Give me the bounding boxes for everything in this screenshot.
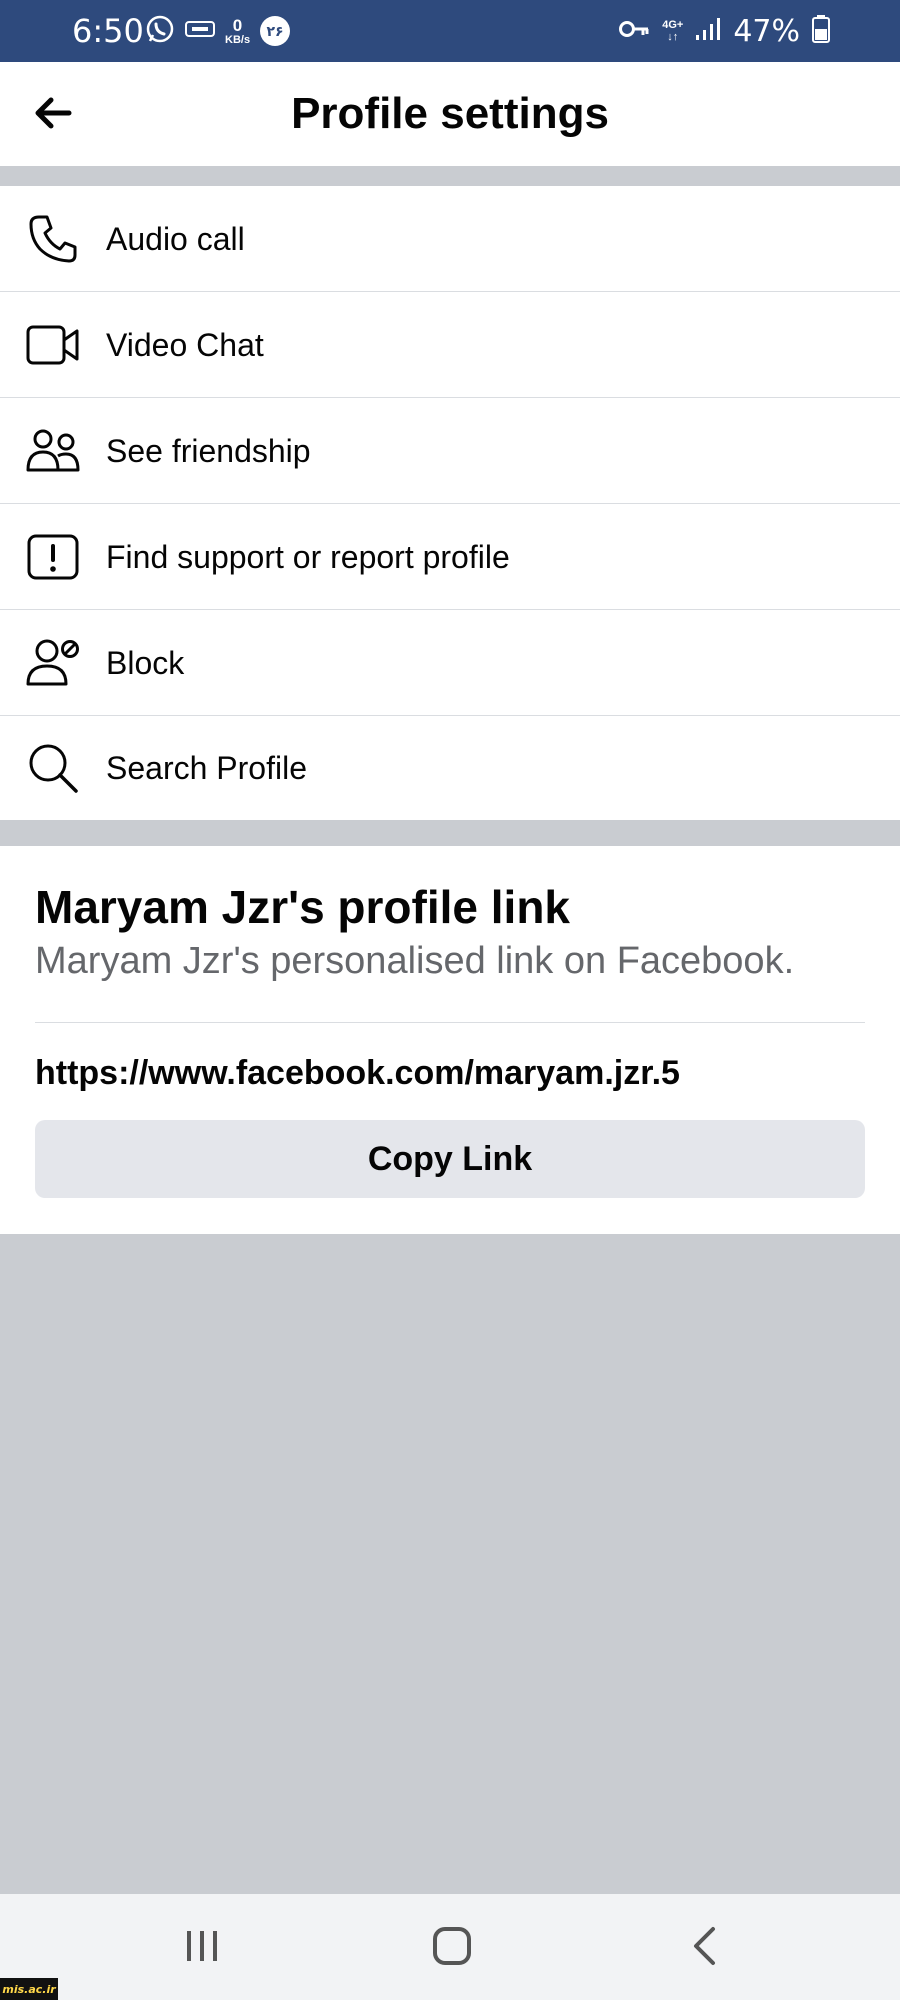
network-speed: 0 KB/s (225, 15, 251, 46)
menu-item-block[interactable]: Block (0, 610, 900, 716)
back-icon (691, 1926, 717, 1971)
page-title: Profile settings (291, 89, 609, 138)
profile-link-section: Maryam Jzr's profile link Maryam Jzr's p… (0, 846, 900, 1234)
section-divider (0, 828, 900, 846)
video-camera-icon (24, 316, 82, 374)
battery-icon (812, 14, 830, 48)
home-button[interactable] (422, 1918, 482, 1978)
status-time: 6:50 (72, 12, 144, 50)
section-divider (0, 166, 900, 186)
search-icon (24, 739, 82, 797)
watermark: mis.ac.ir (0, 1978, 58, 2000)
people-icon (24, 422, 82, 480)
home-icon (432, 1926, 472, 1971)
network-type: 4G+ ↓↑ (662, 19, 684, 43)
profile-link-title: Maryam Jzr's profile link (35, 881, 571, 933)
header: Profile settings (0, 62, 900, 166)
menu-item-label: Block (106, 644, 185, 681)
status-right-icons: 4G+ ↓↑ 47% (618, 13, 830, 49)
menu-item-label: Find support or report profile (106, 538, 510, 575)
system-nav-bar (0, 1894, 900, 2000)
key-icon (618, 19, 650, 44)
menu-item-label: Video Chat (106, 326, 264, 363)
status-left-icons: 0 KB/s ۲۶ (145, 14, 291, 49)
nav-back-button[interactable] (674, 1918, 734, 1978)
battery-percent: 47% (733, 13, 800, 49)
menu-item-label: Search Profile (106, 750, 307, 786)
empty-background (0, 1234, 900, 1894)
block-user-icon (24, 634, 82, 692)
recents-icon (184, 1929, 220, 1968)
menu-item-video-chat[interactable]: Video Chat (0, 292, 900, 398)
signal-icon (695, 17, 721, 46)
phone-icon (24, 210, 82, 268)
copy-link-button[interactable]: Copy Link (35, 1120, 865, 1198)
usb-icon (185, 19, 215, 44)
persian-badge: ۲۶ (260, 16, 291, 46)
menu-item-see-friendship[interactable]: See friendship (0, 398, 900, 504)
menu-item-label: Audio call (106, 220, 245, 257)
menu-item-find-support[interactable]: Find support or report profile (0, 504, 900, 610)
profile-link-subtitle: Maryam Jzr's personalised link on Facebo… (35, 940, 795, 982)
data-arrows-icon: ↓↑ (667, 31, 679, 43)
profile-link-url: https://www.facebook.com/maryam.jzr.5 (35, 1054, 680, 1092)
whatsapp-icon (145, 14, 175, 49)
divider (35, 1022, 865, 1023)
menu-item-audio-call[interactable]: Audio call (0, 186, 900, 292)
profile-menu: Audio call Video Chat See friendship Fin… (0, 186, 900, 820)
menu-item-search-profile[interactable]: Search Profile (0, 716, 900, 820)
recents-button[interactable] (172, 1918, 232, 1978)
exclamation-box-icon (24, 528, 82, 586)
menu-item-label: See friendship (106, 432, 311, 469)
status-bar: 6:50 0 KB/s ۲۶ 4G+ ↓↑ 47% (0, 0, 900, 62)
